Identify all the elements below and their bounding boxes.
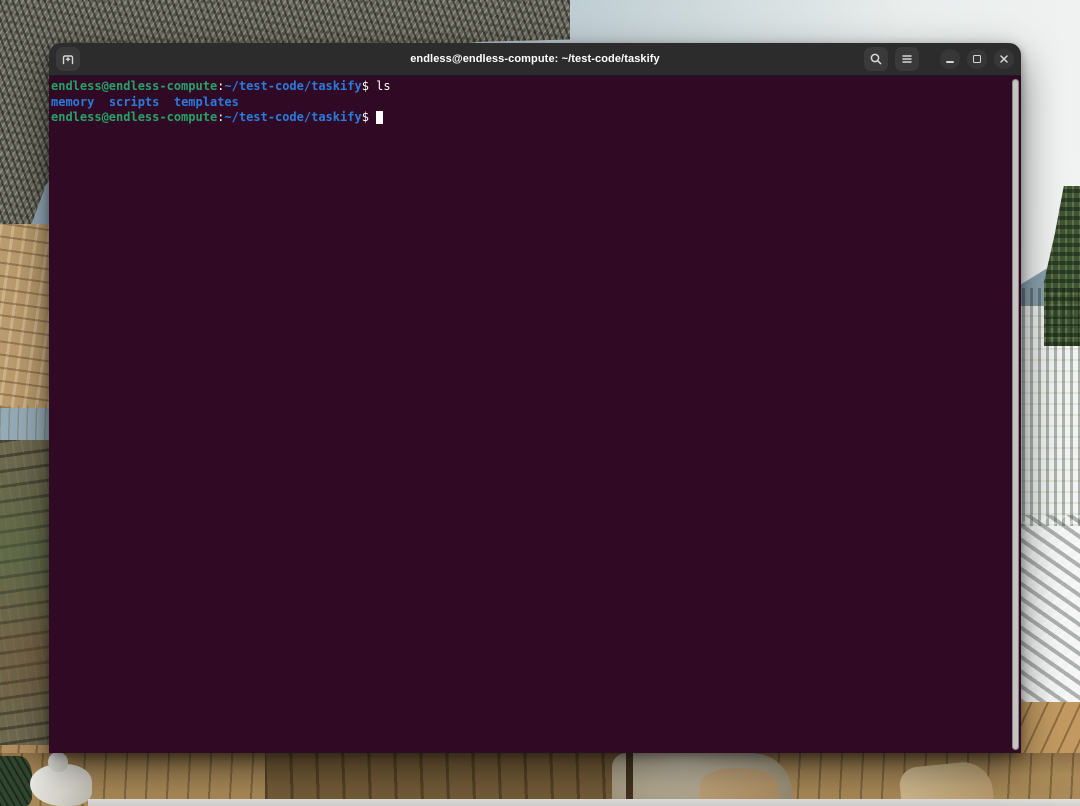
minimize-icon xyxy=(946,61,954,63)
terminal-text-segment: scripts xyxy=(109,95,160,109)
terminal-text-segment: endless@endless-compute xyxy=(51,79,217,93)
wallpaper-bird-head xyxy=(48,752,68,772)
new-tab-button[interactable] xyxy=(56,47,80,71)
maximize-button[interactable] xyxy=(967,49,987,69)
new-tab-icon xyxy=(60,51,76,67)
terminal-text-segment xyxy=(159,95,173,109)
terminal-text-segment: ls xyxy=(376,79,390,93)
terminal-screen[interactable]: endless@endless-compute:~/test-code/task… xyxy=(49,76,1021,753)
terminal-text-segment: $ xyxy=(362,79,376,93)
terminal-text-segment: templates xyxy=(174,95,239,109)
wallpaper-forest xyxy=(1014,288,1080,526)
terminal-text-segment: ~/test-code/taskify xyxy=(224,79,361,93)
maximize-icon xyxy=(973,55,981,63)
search-button[interactable] xyxy=(864,47,888,71)
terminal-line: endless@endless-compute:~/test-code/task… xyxy=(51,110,1007,126)
terminal-lines: endless@endless-compute:~/test-code/task… xyxy=(51,79,1007,126)
terminal-text-segment: ~/test-code/taskify xyxy=(224,110,361,124)
wallpaper-rocks xyxy=(1014,515,1080,713)
terminal-cursor xyxy=(376,111,383,124)
terminal-text-segment: endless@endless-compute xyxy=(51,110,217,124)
scrollbar[interactable] xyxy=(1012,79,1019,750)
wallpaper-plant xyxy=(0,756,32,806)
search-icon xyxy=(868,51,884,67)
terminal-line: endless@endless-compute:~/test-code/task… xyxy=(51,79,1007,95)
titlebar[interactable]: endless@endless-compute: ~/test-code/tas… xyxy=(49,43,1021,76)
close-icon xyxy=(998,53,1010,65)
minimize-button[interactable] xyxy=(940,49,960,69)
terminal-text-segment: memory xyxy=(51,95,94,109)
terminal-text-segment xyxy=(94,95,108,109)
terminal-window: endless@endless-compute: ~/test-code/tas… xyxy=(49,43,1021,753)
menu-icon xyxy=(899,51,915,67)
terminal-text-segment: $ xyxy=(362,110,376,124)
menu-button[interactable] xyxy=(895,47,919,71)
wallpaper-bottom-bar xyxy=(88,799,1080,806)
terminal-line: memory scripts templates xyxy=(51,95,1007,111)
close-button[interactable] xyxy=(994,49,1014,69)
desktop[interactable]: endless@endless-compute: ~/test-code/tas… xyxy=(0,0,1080,806)
